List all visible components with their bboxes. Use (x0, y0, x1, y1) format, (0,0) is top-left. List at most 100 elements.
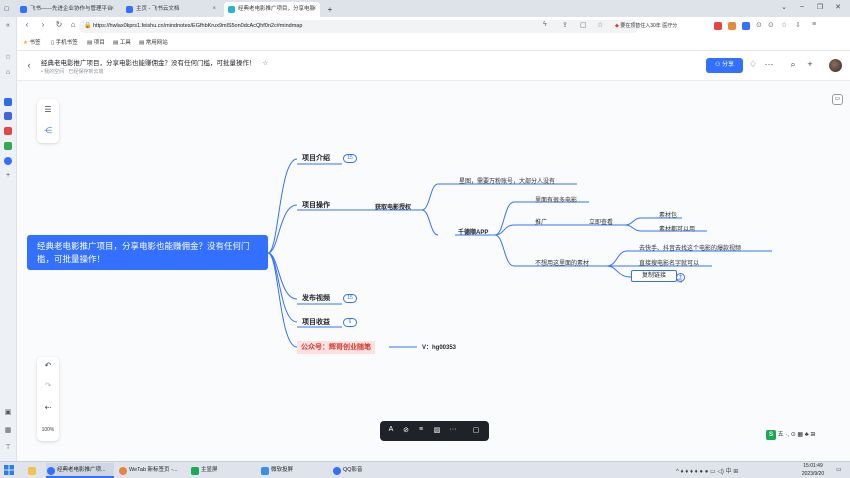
menu-icon[interactable]: ≡ (812, 21, 816, 28)
node-qianfan[interactable]: 千德顺APP (458, 227, 488, 236)
node-pack[interactable]: 素材包 (659, 210, 677, 219)
file-explorer-icon[interactable] (25, 463, 39, 478)
node-copy-link[interactable]: 复制链接 (631, 270, 677, 282)
more-icon[interactable]: ··· (448, 426, 458, 433)
app-icon[interactable] (4, 127, 12, 135)
collapse-arrow-icon[interactable]: ⇠ (42, 403, 54, 412)
ime-toolbar[interactable]: S 五 ·, ⊙ ▦ ♣ ⊞ (766, 429, 844, 441)
bookmark-item[interactable]: ▯ 手机书签 (51, 36, 78, 51)
star-icon[interactable]: ☆ (4, 54, 12, 62)
space-label[interactable]: 我的空间 (44, 69, 64, 75)
close-tab-icon[interactable]: × (212, 2, 216, 17)
extension-icon[interactable] (742, 22, 750, 30)
add-icon[interactable]: + (4, 172, 12, 180)
outline-toggle-icon[interactable]: ▭ (832, 94, 843, 105)
taskbar-item-display[interactable]: 主显屏 (190, 463, 250, 478)
zoom-level[interactable]: 100% (37, 427, 59, 433)
node-gzh[interactable]: 公众号：辉哥创业随笔 (297, 341, 375, 354)
bookmark-item[interactable]: ▤ 项目 (87, 36, 105, 51)
app-icon[interactable] (4, 142, 12, 150)
bell-icon[interactable]: ♢ (747, 59, 759, 70)
minimize-icon[interactable]: – (796, 3, 808, 10)
news-chip[interactable]: ◆ 要在顶替住入30年 医疗分 (615, 20, 677, 33)
note-icon[interactable]: ≡ (416, 426, 426, 433)
dropdown-icon[interactable]: ⌄ (778, 3, 790, 11)
collapsed-count-badge[interactable]: 6 (343, 318, 357, 327)
bookmark-item[interactable]: ★ 书签 (23, 36, 40, 51)
extension-icon[interactable]: ⊙ (768, 21, 774, 29)
clock[interactable]: 15:01:49 2023/9/20 (796, 462, 830, 478)
extension-icon[interactable] (714, 22, 722, 30)
maximize-icon[interactable]: ❐ (814, 3, 826, 11)
node-view[interactable]: 立即查看 (589, 217, 613, 226)
comment-icon[interactable]: ▢ (471, 426, 481, 434)
pin-icon[interactable]: ⊤ (4, 444, 12, 452)
lock-icon[interactable]: ▢ (580, 21, 587, 29)
settings-icon[interactable]: ▣ (4, 409, 12, 417)
node-material-ok[interactable]: 素材都可以用 (659, 224, 695, 233)
bookmark-item[interactable]: ▤ 常用网站 (139, 36, 168, 51)
windows-start-icon[interactable] (4, 465, 14, 475)
extension-icon[interactable] (728, 22, 736, 30)
node-kuaishou[interactable]: 去快手、抖音去找这个电影的爆款视频 (639, 243, 741, 252)
node-promote[interactable]: 推广 (535, 217, 547, 226)
collapse-icon[interactable]: « (4, 22, 12, 30)
node-income[interactable]: 项目收益 (302, 317, 330, 327)
notification-icon[interactable]: ▭ (836, 466, 842, 473)
reload-icon[interactable]: ↻ (53, 20, 65, 29)
node-wechat-id[interactable]: V：hg00353 (422, 342, 456, 351)
taskbar-item-wetab[interactable]: WeTab 新标签页 -... (118, 463, 186, 478)
undo-icon[interactable]: ↶ (42, 361, 54, 370)
node-intro[interactable]: 项目介绍 (302, 153, 330, 163)
app-icon[interactable] (4, 157, 12, 165)
avatar[interactable] (829, 59, 842, 72)
node-xingtu[interactable]: 星图，需要万粉账号，大部分人没有 (459, 176, 555, 185)
redo-icon[interactable]: ↷ (42, 381, 54, 390)
bookmark-star-icon[interactable]: ☆ (597, 21, 603, 29)
mindmap-icon[interactable]: ⋲ (43, 126, 53, 136)
outline-icon[interactable]: ☰ (43, 105, 53, 115)
sidebar-toggle-icon[interactable]: ▢ (4, 2, 12, 17)
app-icon[interactable] (4, 112, 12, 120)
favorite-star-icon[interactable]: ☆ (262, 60, 268, 67)
extension-icon[interactable]: ⊙ (756, 21, 762, 29)
node-notwant[interactable]: 不想用这里面的素材 (535, 258, 589, 267)
node-auth[interactable]: 获取电影授权 (375, 202, 411, 211)
bookmarks-icon[interactable]: ☆ (781, 21, 787, 29)
mindmap-root-node[interactable]: 经典老电影推广项目，分享电影也能赚佣金？没有任何门槛，可批量操作！ (27, 235, 268, 270)
share-icon[interactable]: ⇪ (562, 21, 568, 29)
mindmap-canvas[interactable]: 经典老电影推广项目，分享电影也能赚佣金？没有任何门槛，可批量操作！ 项目介绍 1… (17, 81, 850, 461)
tab-home[interactable]: 主页 - 飞书云文档 × (122, 2, 220, 17)
node-publish[interactable]: 发布视频 (302, 293, 330, 303)
taskbar-item-browser[interactable]: 经典老电影推广项... (46, 463, 114, 478)
translate-icon[interactable]: ϟ (543, 21, 547, 28)
check-icon[interactable]: ⊘ (401, 426, 411, 434)
more-icon[interactable]: ··· (763, 59, 775, 69)
grid-icon[interactable]: ▦ (4, 427, 12, 435)
share-button[interactable]: ⚇ 分享 (706, 58, 743, 73)
image-icon[interactable]: ▨ (432, 426, 442, 434)
back-icon[interactable]: ‹ (23, 60, 35, 70)
close-window-icon[interactable]: ✕ (832, 3, 844, 11)
add-icon[interactable]: + (804, 59, 816, 69)
text-style-icon[interactable]: A (386, 426, 396, 433)
collapsed-count-badge[interactable]: 15 (343, 294, 357, 303)
taskbar-item-cast[interactable]: 微软投屏 (260, 463, 324, 478)
close-tab-icon[interactable]: × (312, 2, 316, 17)
forward-icon[interactable]: › (37, 20, 49, 29)
taskbar-item-qqplayer[interactable]: QQ影音 (332, 463, 392, 478)
close-tab-icon[interactable]: × (110, 2, 114, 17)
tab-mindnote[interactable]: 经典老电影推广项目，分享电影 × (224, 2, 320, 17)
app-icon[interactable] (4, 98, 12, 106)
history-icon[interactable]: ⌂ (4, 69, 12, 77)
node-ops[interactable]: 项目操作 (302, 200, 330, 210)
new-tab-button[interactable]: + (324, 2, 336, 17)
bookmark-item[interactable]: ▤ 工具 (113, 36, 131, 51)
tray-icons[interactable]: ^ ♦ ♦ ♦ ♦ ● ● ▭ ◁) 中 ⊞ (676, 466, 738, 475)
search-icon[interactable]: ⌕ (787, 59, 799, 70)
back-icon[interactable]: ‹ (21, 20, 33, 29)
node-movies[interactable]: 里面有很多电影 (535, 195, 577, 204)
download-icon[interactable]: ⇩ (795, 21, 801, 29)
node-search-name[interactable]: 直接搜电影名字就可以 (639, 258, 699, 267)
url-input[interactable]: 🔒 https://hwlax0kprs1.feishu.cn/mindnote… (79, 20, 639, 33)
